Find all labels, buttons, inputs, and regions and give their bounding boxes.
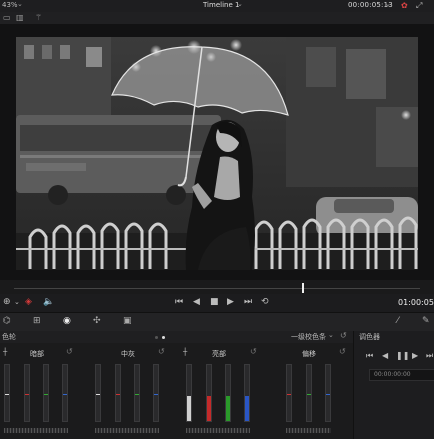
reset-all-icon[interactable]: ↺ (340, 331, 347, 340)
rgb-mixer-icon[interactable]: ▣ (123, 316, 132, 326)
play-icon[interactable]: ▶ (227, 297, 234, 307)
play-icon[interactable]: ▶ (412, 351, 418, 360)
side-panel-timecode: 00:00:00:00 (374, 371, 411, 378)
camera-raw-icon[interactable]: ⌬ (3, 316, 11, 326)
gain-master-dial[interactable] (186, 428, 250, 433)
offset-master-dial[interactable] (286, 428, 331, 433)
split-viewer-icon[interactable]: ▥ (16, 13, 24, 22)
reset-icon[interactable]: ↺ (158, 347, 165, 356)
lift-r-bar[interactable] (24, 364, 30, 422)
gain-b-bar[interactable] (244, 364, 250, 422)
qualifier-icon[interactable]: ✎ (422, 316, 430, 326)
gamma-r-bar[interactable] (115, 364, 121, 422)
page-dot[interactable] (155, 336, 158, 339)
wheel-label-offset: 偏移 (302, 350, 316, 358)
skip-to-end-icon[interactable]: ⏭ (244, 297, 252, 307)
zoom-level[interactable]: 43% (2, 1, 18, 9)
lift-y-bar[interactable] (4, 364, 10, 422)
gamma-g-bar[interactable] (134, 364, 140, 422)
video-frame[interactable] (16, 37, 418, 270)
reset-icon[interactable]: ↺ (66, 347, 73, 356)
skip-to-start-icon[interactable]: ⏮ (366, 351, 373, 361)
skip-to-end-icon[interactable]: ⏭ (426, 351, 433, 361)
gamma-master-dial[interactable] (95, 428, 159, 433)
pause-icon[interactable]: ❚❚ (396, 351, 409, 360)
gamma-b-bar[interactable] (153, 364, 159, 422)
loop-icon[interactable]: ⟲ (261, 297, 269, 307)
picker-icon[interactable]: ┼ (3, 348, 7, 356)
chevron-down-icon[interactable]: ⌄ (385, 0, 391, 8)
reset-icon[interactable]: ↺ (339, 347, 346, 356)
play-reverse-icon[interactable]: ◀ (193, 297, 200, 307)
playhead[interactable] (302, 283, 304, 293)
color-wheel-icon[interactable]: ✿ (401, 1, 408, 10)
record-timecode: 01:00:05:1 (398, 298, 434, 307)
speaker-icon[interactable]: 🔈 (43, 297, 54, 307)
play-reverse-icon[interactable]: ◀ (382, 351, 388, 360)
lift-g-bar[interactable] (43, 364, 49, 422)
offset-b-bar[interactable] (325, 364, 331, 422)
curves-icon[interactable]: ⁄ (397, 316, 399, 326)
chevron-down-icon[interactable]: ⌄ (17, 0, 23, 8)
scrub-track (14, 288, 420, 289)
color-match-icon[interactable]: ⊞ (33, 316, 41, 326)
transport-controls: ⊕ ⌄ ◈ 🔈 ⏮ ◀ ■ ▶ ⏭ ⟲ 01:00:05:1 (0, 294, 434, 312)
stop-icon[interactable]: ■ (210, 297, 219, 307)
chevron-down-icon[interactable]: ⌄ (14, 298, 20, 306)
offset-r-bar[interactable] (286, 364, 292, 422)
chevron-down-icon[interactable]: ⌄ (328, 331, 334, 339)
layer-icon[interactable]: ◈ (25, 297, 32, 307)
color-tools-bar: ⌬ ⊞ ◉ ✣ ▣ ⁄ ✎ (0, 312, 434, 332)
side-panel-title: 调色器 (359, 333, 380, 341)
lift-b-bar[interactable] (62, 364, 68, 422)
skip-to-start-icon[interactable]: ⏮ (175, 297, 183, 307)
chevron-down-icon[interactable]: ⌄ (237, 0, 243, 8)
expand-icon[interactable]: ⤢ (416, 1, 422, 11)
offset-g-bar[interactable] (306, 364, 312, 422)
side-panel-timecode-field[interactable]: 00:00:00:00 (369, 369, 434, 381)
mode-selector[interactable]: 一级校色条 (291, 332, 326, 342)
target-icon[interactable]: ⊕ (3, 297, 11, 307)
color-wheels-panel: ┼ 暗部 ↺ 中灰 ↺ ┼ 亮部 ↺ 偏移 ↺ (0, 343, 353, 439)
gamma-y-bar[interactable] (95, 364, 101, 422)
gain-r-bar[interactable] (206, 364, 212, 422)
page-dot-active[interactable] (162, 336, 165, 339)
reset-icon[interactable]: ↺ (250, 347, 257, 356)
timeline-scrubber[interactable] (0, 280, 434, 294)
woman-with-umbrella-image (16, 37, 418, 270)
primaries-wheels-icon[interactable]: ◉ (63, 316, 71, 326)
wheel-label-gamma: 中灰 (121, 350, 135, 358)
magic-wand-icon[interactable]: ⚚ (35, 13, 42, 22)
side-panel: 调色器 ⏮ ◀ ❚❚ ▶ ⏭ 00:00:00:00 (353, 331, 434, 439)
picker-icon[interactable]: ┼ (183, 348, 187, 356)
wheel-label-gain: 亮部 (212, 350, 226, 358)
single-viewer-icon[interactable]: ▭ (3, 13, 11, 22)
gain-g-bar[interactable] (225, 364, 231, 422)
lift-master-dial[interactable] (4, 428, 68, 433)
panel-title: 色轮 (2, 333, 16, 341)
timeline-name[interactable]: Timeline 1 (203, 1, 239, 9)
hdr-wheels-icon[interactable]: ✣ (93, 316, 101, 326)
gain-y-bar[interactable] (186, 364, 192, 422)
wheel-label-lift: 暗部 (30, 350, 44, 358)
